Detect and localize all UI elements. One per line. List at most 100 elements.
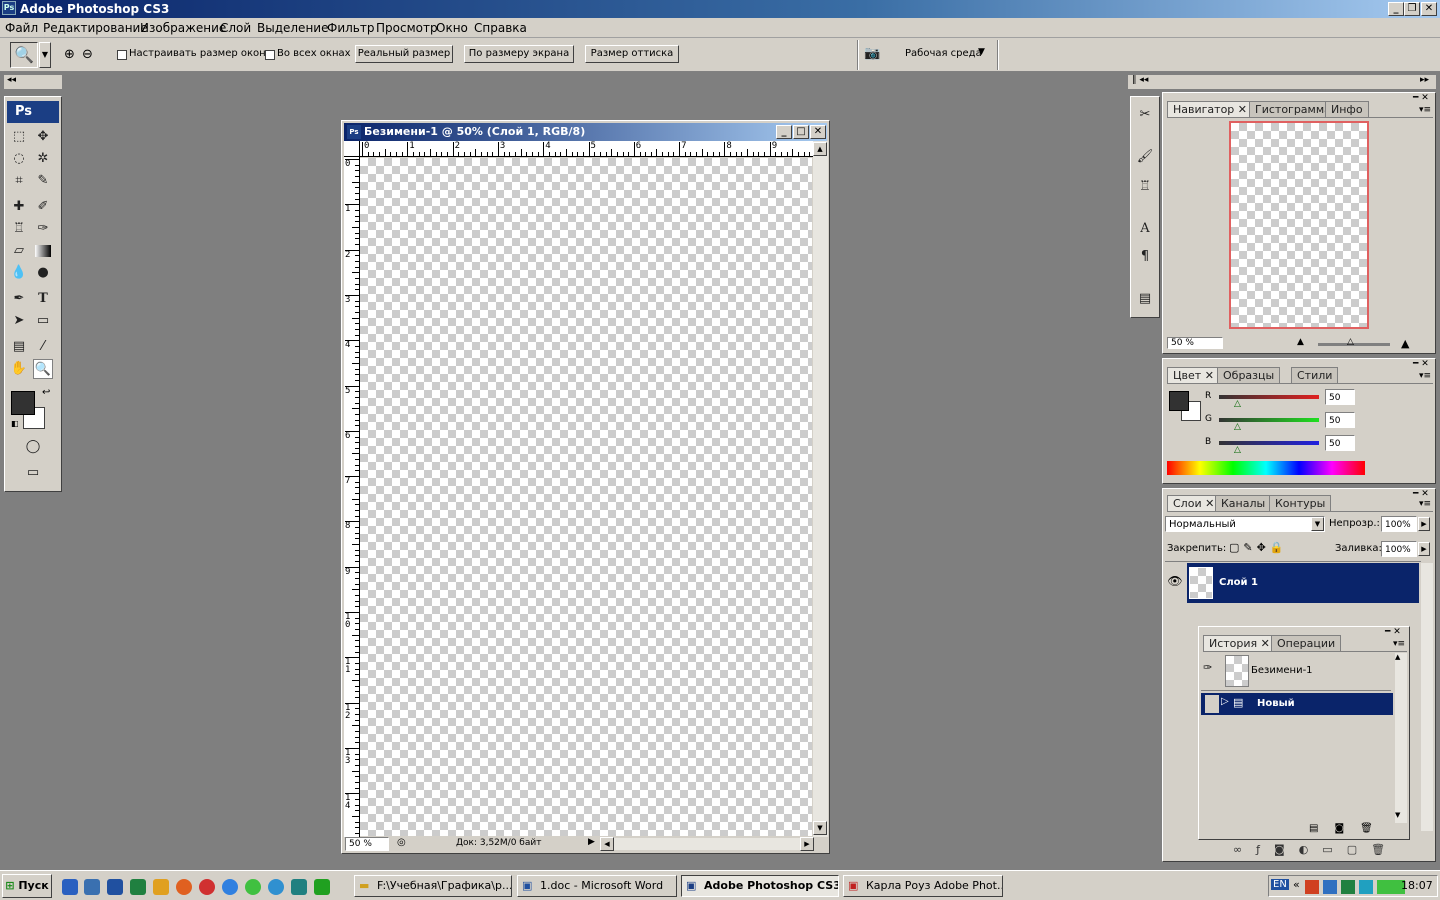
tab-paths[interactable]: Контуры	[1269, 495, 1332, 511]
fill-arrow-icon[interactable]: ▶	[1418, 542, 1430, 556]
tray-icons[interactable]	[1305, 880, 1405, 894]
minimize-icon[interactable]: _	[1388, 2, 1404, 16]
zoom-out-small-icon[interactable]: ▲	[1297, 337, 1304, 347]
b-thumb-icon[interactable]: △	[1234, 445, 1241, 455]
zoom-in-small-icon[interactable]: ▲	[1401, 337, 1409, 350]
color-fg-swatch[interactable]	[1169, 391, 1189, 411]
brushes-panel-icon[interactable]: 🖌	[1135, 147, 1155, 167]
scroll-left-icon[interactable]: ◀	[600, 837, 614, 851]
start-button[interactable]: ⊞ Пуск	[2, 874, 52, 898]
canvas[interactable]	[360, 158, 812, 836]
history-footer-icons[interactable]: ▤◙🗑	[1309, 823, 1389, 834]
g-thumb-icon[interactable]: △	[1234, 422, 1241, 432]
horizontal-ruler[interactable]: 0 1 2 3 4 5 6 7 8 9	[360, 141, 815, 157]
menu-view[interactable]: Просмотр	[376, 21, 438, 35]
history-step-row[interactable]: ▷ ▤ Новый	[1201, 693, 1393, 715]
panel-menu-icon[interactable]: ▾≡	[1419, 105, 1431, 115]
outlook-icon[interactable]	[153, 879, 169, 895]
notes-tool-icon[interactable]: ▤	[9, 337, 29, 357]
opacity-arrow-icon[interactable]: ▶	[1418, 517, 1430, 531]
healing-brush-tool-icon[interactable]: ✚	[9, 197, 29, 217]
all-windows-checkbox[interactable]	[265, 50, 275, 60]
status-menu-arrow-icon[interactable]: ▶	[588, 837, 595, 847]
slice-tool-icon[interactable]: ✎	[33, 171, 53, 191]
file-browser-icon[interactable]: 📷	[864, 46, 886, 64]
menu-edit[interactable]: Редактирование	[43, 21, 148, 35]
zoom-out-icon[interactable]: ⊖	[82, 47, 93, 62]
g-value[interactable]: 50	[1325, 412, 1355, 428]
task-explorer[interactable]: ▬ F:\Учебная\Графика\р...	[354, 875, 512, 897]
move-tool-icon[interactable]: ✥	[33, 127, 53, 147]
b-value[interactable]: 50	[1325, 435, 1355, 451]
gradient-tool-icon[interactable]	[35, 245, 51, 257]
zoom-slider-thumb-icon[interactable]: △	[1347, 337, 1354, 347]
ruler-origin[interactable]	[344, 141, 360, 157]
task-photoshop[interactable]: ▣ Adobe Photoshop CS3	[681, 875, 839, 897]
default-colors-icon[interactable]: ◧	[11, 419, 19, 428]
marquee-tool-icon[interactable]: ⬚	[9, 127, 29, 147]
history-scrollbar[interactable]: ▲ ▼	[1395, 653, 1407, 823]
desktop-icon[interactable]	[84, 879, 100, 895]
hand-tool-icon[interactable]: ✋	[9, 359, 29, 379]
clone-source-panel-icon[interactable]: ♖	[1135, 177, 1155, 197]
status-preview-icon[interactable]: ◎	[397, 837, 406, 848]
fill-field[interactable]: 100%	[1381, 541, 1417, 557]
paragraph-panel-icon[interactable]: ¶	[1135, 247, 1155, 267]
tab-history[interactable]: История ✕	[1203, 635, 1276, 651]
firefox-icon[interactable]	[176, 879, 192, 895]
type-tool-icon[interactable]: T	[33, 289, 53, 309]
excel-icon[interactable]	[130, 879, 146, 895]
expand-arrows-icon[interactable]: ▸▸	[1420, 75, 1429, 85]
vertical-ruler[interactable]: 0 1 2 3 4 5 6 7 8 9 10 11 12 13 14	[344, 157, 360, 837]
menu-select[interactable]: Выделение	[257, 21, 328, 35]
window-title-bar[interactable]: Ps Adobe Photoshop CS3 _ ❐ ✕	[0, 0, 1440, 18]
app-icon[interactable]	[314, 879, 330, 895]
icq-icon[interactable]	[245, 879, 261, 895]
close-icon[interactable]: ✕	[1421, 2, 1437, 16]
visibility-eye-icon[interactable]: 👁	[1165, 563, 1185, 603]
workspace-dropdown-icon[interactable]: ▼	[978, 47, 985, 57]
navigator-preview[interactable]	[1229, 121, 1369, 329]
qip-icon[interactable]	[268, 879, 284, 895]
language-indicator[interactable]: EN	[1271, 879, 1289, 890]
preset-dropdown-icon[interactable]: ▼	[39, 42, 51, 68]
blur-tool-icon[interactable]: 💧	[9, 263, 29, 283]
doc-minimize-icon[interactable]: _	[776, 125, 792, 139]
blend-dropdown-icon[interactable]: ▼	[1311, 517, 1324, 531]
navigator-zoom-field[interactable]: 50 %	[1167, 337, 1223, 349]
actual-pixels-button[interactable]: Реальный размер	[355, 45, 453, 63]
panel-menu-icon[interactable]: ▾≡	[1419, 499, 1431, 509]
lock-icons[interactable]: ▢✎✥🔒	[1229, 541, 1288, 554]
menu-image[interactable]: Изображение	[140, 21, 226, 35]
menu-file[interactable]: Файл	[5, 21, 38, 35]
menu-layer[interactable]: Слой	[220, 21, 251, 35]
layer-row[interactable]: Слой 1	[1187, 563, 1419, 603]
crop-tool-icon[interactable]: ⌗	[9, 171, 29, 191]
r-thumb-icon[interactable]: △	[1234, 399, 1241, 409]
character-panel-icon[interactable]: A	[1135, 219, 1155, 239]
vertical-scrollbar[interactable]: ▲ ▼	[813, 141, 828, 837]
scroll-up-icon[interactable]: ▲	[1395, 653, 1400, 661]
path-selection-tool-icon[interactable]: ➤	[9, 311, 29, 331]
scroll-up-icon[interactable]: ▲	[813, 142, 827, 156]
panel-menu-icon[interactable]: ▾≡	[1393, 639, 1405, 649]
swap-colors-icon[interactable]: ↩	[42, 387, 50, 398]
collapse-arrows-icon[interactable]: ‖ ◂◂	[1132, 75, 1148, 85]
magic-wand-tool-icon[interactable]: ✲	[33, 149, 53, 169]
rectangle-tool-icon[interactable]: ▭	[33, 311, 53, 331]
zoom-in-icon[interactable]: ⊕	[64, 47, 75, 62]
screen-mode-icon[interactable]: ▭	[23, 463, 43, 483]
zoom-tool-preset-icon[interactable]: 🔍	[10, 42, 38, 68]
panel-menu-icon[interactable]: ▾≡	[1419, 371, 1431, 381]
opera-icon[interactable]	[199, 879, 215, 895]
network-icon[interactable]	[222, 879, 238, 895]
clone-stamp-tool-icon[interactable]: ♖	[9, 219, 29, 239]
color-spectrum-ramp[interactable]	[1167, 461, 1365, 475]
workspace-menu[interactable]: Рабочая среда	[905, 48, 982, 59]
document-title-bar[interactable]: Ps Безимени-1 @ 50% (Слой 1, RGB/8) _ □ …	[344, 123, 827, 141]
history-brush-source-icon[interactable]: ✑	[1203, 661, 1212, 674]
word-icon[interactable]	[107, 879, 123, 895]
doc-maximize-icon[interactable]: □	[793, 125, 809, 139]
snapshot-name[interactable]: Безимени-1	[1251, 665, 1313, 676]
dodge-tool-icon[interactable]: ●	[33, 263, 53, 283]
